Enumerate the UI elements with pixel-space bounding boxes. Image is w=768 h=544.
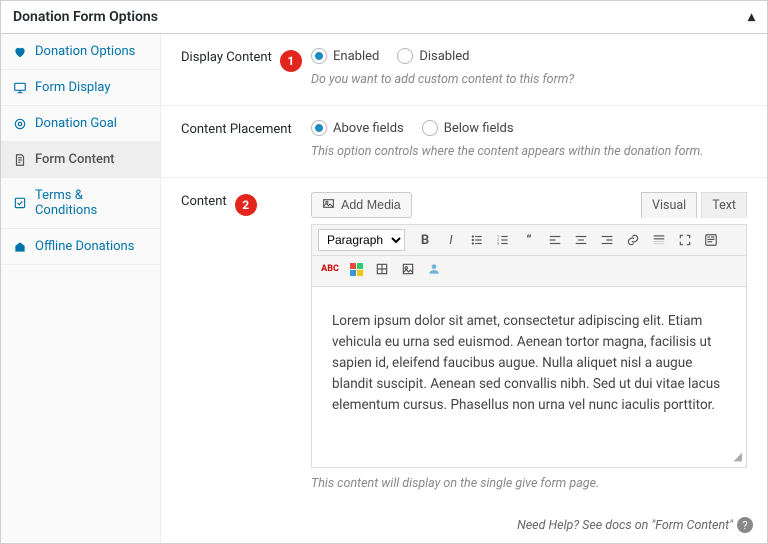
radio-dot-icon	[311, 48, 327, 64]
badge-2: 2	[235, 194, 257, 216]
panel: Donation Form Options ▴ Donation Options…	[0, 0, 768, 544]
number-list-button[interactable]: 123	[491, 229, 515, 251]
heart-icon	[13, 45, 27, 59]
add-media-label: Add Media	[341, 198, 401, 212]
sidebar-item-label: Offline Donations	[35, 239, 134, 254]
display-content-label: Display Content	[181, 50, 272, 65]
user-button[interactable]	[422, 258, 446, 280]
radio-dot-icon	[397, 48, 413, 64]
sidebar-item-label: Form Display	[35, 80, 111, 95]
sidebar-item-label: Donation Goal	[35, 116, 117, 131]
row-body: Add Media Visual Text Paragraph B	[311, 192, 747, 491]
sidebar-item-form-display[interactable]: Form Display	[1, 70, 160, 106]
table-button[interactable]	[370, 258, 394, 280]
radio-dot-icon	[422, 120, 438, 136]
row-display-content: Display Content 1 Enabled Disabled	[161, 34, 767, 106]
align-left-button[interactable]	[543, 229, 567, 251]
align-right-button[interactable]	[595, 229, 619, 251]
target-icon	[13, 117, 27, 131]
fullscreen-button[interactable]	[673, 229, 697, 251]
document-icon	[13, 153, 27, 167]
radio-dot-icon	[311, 120, 327, 136]
tab-text[interactable]: Text	[701, 192, 747, 218]
monitor-icon	[13, 81, 27, 95]
color-grid-button[interactable]	[344, 258, 368, 280]
more-button[interactable]	[647, 229, 671, 251]
footer-help: Need Help? See docs on "Form Content" ?	[161, 509, 767, 543]
building-icon	[13, 240, 27, 254]
radio-below[interactable]: Below fields	[422, 120, 514, 136]
row-content: Content 2 Add Media Visual Text	[161, 178, 767, 509]
editor-toolbar: Paragraph B I 123 “	[312, 225, 746, 256]
radio-label: Below fields	[444, 121, 514, 136]
check-icon	[13, 196, 27, 210]
sidebar: Donation Options Form Display Donation G…	[1, 34, 161, 543]
align-center-button[interactable]	[569, 229, 593, 251]
editor-content: Lorem ipsum dolor sit amet, consectetur …	[332, 313, 720, 413]
content-label: Content	[181, 194, 227, 209]
row-body: Above fields Below fields This option co…	[311, 120, 747, 159]
radio-enabled[interactable]: Enabled	[311, 48, 379, 64]
bold-button[interactable]: B	[413, 229, 437, 251]
radio-group-placement: Above fields Below fields	[311, 120, 747, 136]
content-area: Display Content 1 Enabled Disabled	[161, 34, 767, 543]
bullet-list-button[interactable]	[465, 229, 489, 251]
toolbar-toggle-button[interactable]	[699, 229, 723, 251]
panel-title: Donation Form Options	[13, 9, 158, 25]
sidebar-item-label: Donation Options	[35, 44, 135, 59]
hint-placement: This option controls where the content a…	[311, 144, 747, 159]
format-select[interactable]: Paragraph	[318, 229, 405, 251]
panel-body: Donation Options Form Display Donation G…	[1, 34, 767, 543]
radio-above[interactable]: Above fields	[311, 120, 404, 136]
editor-textarea[interactable]: Lorem ipsum dolor sit amet, consectetur …	[312, 287, 746, 467]
placement-label: Content Placement	[181, 122, 292, 137]
row-body: Enabled Disabled Do you want to add cust…	[311, 48, 747, 87]
row-label: Display Content 1	[181, 48, 311, 87]
row-label: Content 2	[181, 192, 311, 491]
resize-handle-icon[interactable]: ◢	[734, 448, 742, 465]
add-media-button[interactable]: Add Media	[311, 192, 412, 218]
editor-toolbar-row2: ABC	[312, 256, 746, 287]
hint-display-content: Do you want to add custom content to thi…	[311, 72, 747, 87]
radio-disabled[interactable]: Disabled	[397, 48, 469, 64]
sidebar-item-label: Form Content	[35, 152, 115, 167]
radio-group-display: Enabled Disabled	[311, 48, 747, 64]
panel-header[interactable]: Donation Form Options ▴	[1, 1, 767, 34]
sidebar-item-donation-options[interactable]: Donation Options	[1, 34, 160, 70]
row-placement: Content Placement Above fields Below fie…	[161, 106, 767, 178]
collapse-icon[interactable]: ▴	[748, 9, 755, 25]
help-icon[interactable]: ?	[737, 517, 753, 533]
badge-1: 1	[280, 50, 302, 72]
wysiwyg-editor: Paragraph B I 123 “	[311, 224, 747, 468]
radio-label: Above fields	[333, 121, 404, 136]
help-text[interactable]: Need Help? See docs on "Form Content"	[517, 518, 733, 533]
sidebar-item-offline[interactable]: Offline Donations	[1, 229, 160, 265]
sidebar-item-label: Terms & Conditions	[35, 188, 148, 218]
abc-button[interactable]: ABC	[318, 258, 342, 280]
media-row: Add Media Visual Text	[311, 192, 747, 218]
radio-label: Disabled	[419, 49, 469, 64]
editor-tabs: Visual Text	[641, 192, 747, 218]
italic-button[interactable]: I	[439, 229, 463, 251]
link-button[interactable]	[621, 229, 645, 251]
svg-text:3: 3	[497, 242, 499, 246]
image-button[interactable]	[396, 258, 420, 280]
media-icon	[322, 197, 335, 213]
quote-button[interactable]: “	[517, 229, 541, 251]
sidebar-item-terms[interactable]: Terms & Conditions	[1, 178, 160, 229]
hint-content: This content will display on the single …	[311, 476, 747, 491]
radio-label: Enabled	[333, 49, 379, 64]
row-label: Content Placement	[181, 120, 311, 159]
tab-visual[interactable]: Visual	[641, 192, 697, 218]
sidebar-item-donation-goal[interactable]: Donation Goal	[1, 106, 160, 142]
sidebar-item-form-content[interactable]: Form Content	[1, 142, 160, 178]
